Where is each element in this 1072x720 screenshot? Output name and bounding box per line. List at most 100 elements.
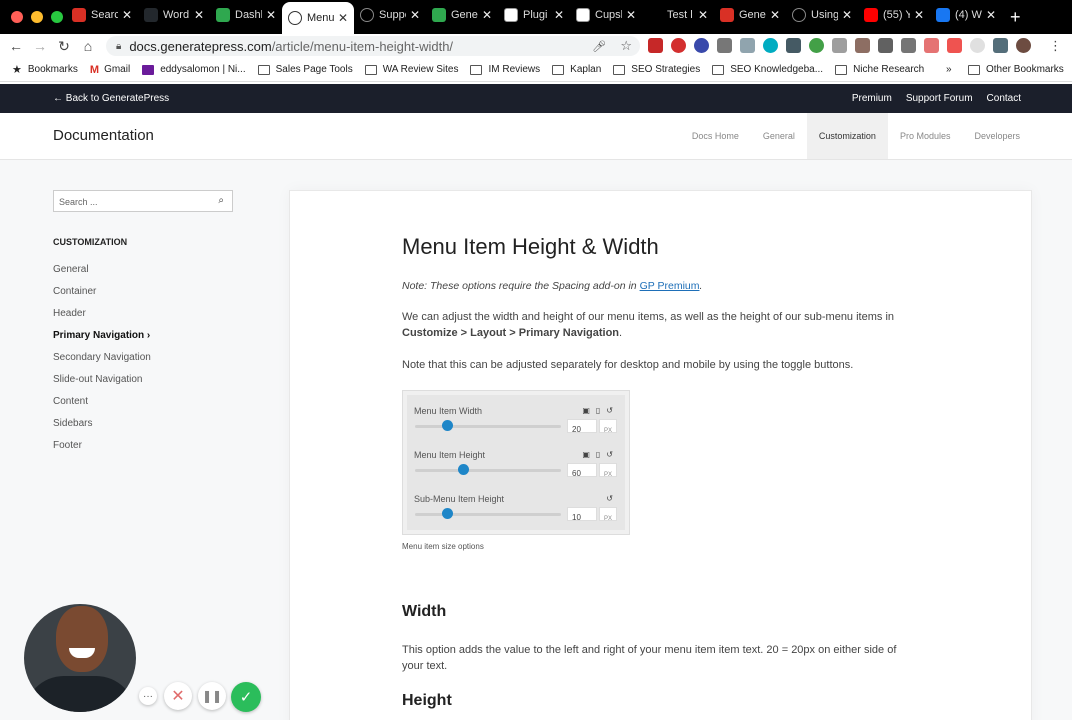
- tab-close-icon[interactable]: ✕: [770, 8, 780, 22]
- bookmark-item[interactable]: eddysalomon | Ni...: [142, 64, 246, 75]
- sidebar-item[interactable]: Sidebars: [53, 418, 151, 440]
- mobile-icon[interactable]: ▯: [596, 447, 600, 463]
- bookmark-item[interactable]: Kaplan: [552, 64, 601, 75]
- top-link[interactable]: Contact: [987, 93, 1021, 104]
- recorder-finish-button[interactable]: ✓: [231, 682, 261, 712]
- extension-icon[interactable]: [924, 38, 939, 53]
- recorder-cancel-button[interactable]: ✕: [164, 682, 192, 710]
- extension-icon[interactable]: [648, 38, 663, 53]
- tab-close-icon[interactable]: ✕: [986, 8, 996, 22]
- minimize-window-button[interactable]: [31, 11, 43, 23]
- tab-close-icon[interactable]: ✕: [842, 8, 852, 22]
- tab-close-icon[interactable]: ✕: [698, 8, 708, 22]
- download-icon[interactable]: [740, 38, 755, 53]
- mobile-icon[interactable]: ▯: [596, 403, 600, 419]
- browser-tab[interactable]: Using ✕: [786, 0, 858, 30]
- home-icon[interactable]: ⌂: [76, 38, 100, 54]
- bookmark-item[interactable]: IM Reviews: [470, 64, 540, 75]
- browser-tab[interactable]: Word ✕: [138, 0, 210, 30]
- reset-icon[interactable]: ↺: [606, 491, 613, 507]
- extension-icon[interactable]: [878, 38, 893, 53]
- search-icon[interactable]: ⌕: [218, 195, 224, 206]
- top-link[interactable]: Support Forum: [906, 93, 973, 104]
- nav-item[interactable]: General: [751, 113, 807, 159]
- slider-track[interactable]: [415, 513, 561, 516]
- sidebar-item[interactable]: Content: [53, 396, 151, 418]
- bookmark-item[interactable]: M Gmail: [90, 64, 130, 76]
- sidebar-item[interactable]: Primary Navigation ›: [53, 330, 151, 352]
- slider-thumb[interactable]: [458, 464, 470, 475]
- slider-track[interactable]: [415, 469, 561, 472]
- browser-tab[interactable]: Cupsl ✕: [570, 0, 642, 30]
- browser-tab[interactable]: Gene ✕: [426, 0, 498, 30]
- extension-icon[interactable]: [694, 38, 709, 53]
- browser-tab[interactable]: Searc ✕: [66, 0, 138, 30]
- bookmark-item[interactable]: SEO Strategies: [613, 64, 700, 75]
- bookmark-item[interactable]: Niche Research: [835, 64, 924, 75]
- sidebar-item[interactable]: Footer: [53, 440, 151, 462]
- tab-close-icon[interactable]: ✕: [626, 8, 636, 22]
- profile-avatar[interactable]: [1016, 38, 1031, 53]
- extension-icon[interactable]: [832, 38, 847, 53]
- browser-tab[interactable]: (55) Y ✕: [858, 0, 930, 30]
- browser-tab[interactable]: Plugi ✕: [498, 0, 570, 30]
- extension-icon[interactable]: [901, 38, 916, 53]
- tab-close-icon[interactable]: ✕: [482, 8, 492, 22]
- other-bookmarks[interactable]: Other Bookmarks: [968, 64, 1064, 75]
- nav-item[interactable]: Developers: [962, 113, 1032, 159]
- maximize-window-button[interactable]: [51, 11, 63, 23]
- extension-icon[interactable]: [671, 38, 686, 53]
- top-link[interactable]: Premium: [852, 93, 892, 104]
- tab-close-icon[interactable]: ✕: [122, 8, 132, 22]
- sidebar-item[interactable]: Secondary Navigation: [53, 352, 151, 374]
- extension-icon[interactable]: [855, 38, 870, 53]
- browser-tab[interactable]: (4) W ✕: [930, 0, 1002, 30]
- nav-item[interactable]: Pro Modules: [888, 113, 963, 159]
- browser-tab[interactable]: Test l ✕: [642, 0, 714, 30]
- nav-item[interactable]: Docs Home: [680, 113, 751, 159]
- bookmark-item[interactable]: ★ Bookmarks: [12, 63, 78, 76]
- reset-icon[interactable]: ↺: [606, 403, 613, 419]
- slider-thumb[interactable]: [442, 420, 454, 431]
- reload-icon[interactable]: ↻: [52, 38, 76, 55]
- back-arrow-icon[interactable]: ←: [4, 38, 28, 54]
- extension-icon[interactable]: [947, 38, 962, 53]
- sidebar-item[interactable]: General: [53, 264, 151, 286]
- browser-tab[interactable]: Menu ✕: [282, 2, 354, 34]
- slider-thumb[interactable]: [442, 508, 454, 519]
- desktop-icon[interactable]: ▣: [582, 447, 590, 463]
- browser-tab[interactable]: Suppo ✕: [354, 0, 426, 30]
- close-window-button[interactable]: [11, 11, 23, 23]
- gp-premium-link[interactable]: GP Premium: [640, 280, 700, 292]
- sidebar-item[interactable]: Slide-out Navigation: [53, 374, 151, 396]
- browser-tab[interactable]: Gene ✕: [714, 0, 786, 30]
- bookmarks-overflow-button[interactable]: »: [946, 64, 952, 75]
- site-title[interactable]: Documentation: [53, 127, 154, 144]
- slider-track[interactable]: [415, 425, 561, 428]
- sidebar-item[interactable]: Header: [53, 308, 151, 330]
- extension-icon[interactable]: [993, 38, 1008, 53]
- extension-icon[interactable]: [763, 38, 778, 53]
- value-input[interactable]: 20: [567, 419, 597, 434]
- back-to-generatepress-link[interactable]: ← Back to GeneratePress: [53, 93, 169, 104]
- new-tab-button[interactable]: +: [1010, 7, 1021, 28]
- reset-icon[interactable]: ↺: [606, 447, 613, 463]
- bookmark-item[interactable]: SEO Knowledgeba...: [712, 64, 823, 75]
- desktop-icon[interactable]: ▣: [582, 403, 590, 419]
- microphone-icon[interactable]: 🎤︎: [592, 40, 606, 53]
- eyedropper-icon[interactable]: [717, 38, 732, 53]
- recorder-more-button[interactable]: ···: [139, 687, 157, 705]
- forward-arrow-icon[interactable]: →: [28, 38, 52, 54]
- sidebar-item[interactable]: Container: [53, 286, 151, 308]
- search-input[interactable]: Search ... ⌕: [53, 190, 233, 212]
- address-bar[interactable]: 🔒︎ docs.generatepress.com/article/menu-i…: [106, 36, 640, 56]
- extension-icon[interactable]: [786, 38, 801, 53]
- extension-icon[interactable]: [809, 38, 824, 53]
- value-input[interactable]: 60: [567, 463, 597, 478]
- more-menu-icon[interactable]: ⋮: [1049, 38, 1062, 54]
- recorder-pause-button[interactable]: ❚❚: [198, 682, 226, 710]
- tab-close-icon[interactable]: ✕: [554, 8, 564, 22]
- browser-tab[interactable]: Dashl ✕: [210, 0, 282, 30]
- value-input[interactable]: 10: [567, 507, 597, 522]
- tab-close-icon[interactable]: ✕: [338, 11, 348, 25]
